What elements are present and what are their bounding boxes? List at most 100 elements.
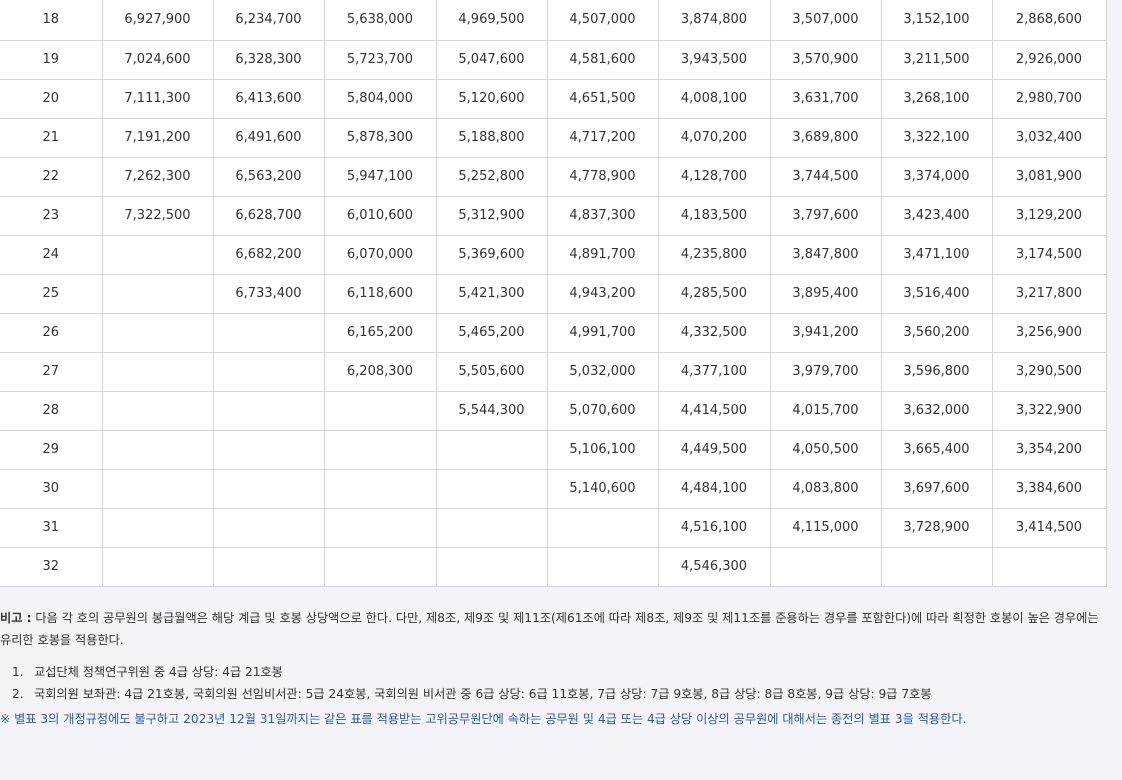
salary-cell: 3,384,600 — [992, 469, 1107, 509]
salary-cell: 3,797,600 — [770, 196, 882, 236]
salary-cell — [324, 547, 437, 587]
table-row: 27 6,208,300 5,505,600 5,032,000 4,377,100 3,… — [0, 352, 1107, 392]
salary-cell: 5,465,200 — [436, 313, 548, 353]
table-row: 25 6,733,400 6,118,600 5,421,300 4,943,200 4,… — [0, 274, 1107, 314]
step-cell: 31 — [0, 508, 103, 548]
salary-cell — [213, 313, 325, 353]
salary-cell — [436, 547, 548, 587]
salary-cell: 3,895,400 — [770, 274, 882, 314]
salary-cell: 3,596,800 — [881, 352, 993, 392]
salary-cell: 4,115,000 — [770, 508, 882, 548]
salary-cell: 4,050,500 — [770, 430, 882, 470]
step-cell: 28 — [0, 391, 103, 431]
table-row: 23 7,322,500 6,628,700 6,010,600 5,312,900 4,… — [0, 196, 1107, 236]
salary-cell — [436, 508, 548, 548]
salary-cell: 5,947,100 — [324, 157, 437, 197]
salary-cell: 5,723,700 — [324, 40, 437, 80]
salary-cell: 6,118,600 — [324, 274, 437, 314]
table-row: 29 5,106,100 4,449,500 4,050,500 3,665,400 3,… — [0, 430, 1107, 470]
salary-cell: 4,414,500 — [658, 391, 771, 431]
salary-cell — [547, 547, 659, 587]
salary-cell: 5,106,100 — [547, 430, 659, 470]
table-row: 20 7,111,300 6,413,600 5,804,000 5,120,600 4,… — [0, 79, 1107, 119]
salary-cell — [102, 391, 214, 431]
step-cell: 25 — [0, 274, 103, 314]
salary-cell: 6,413,600 — [213, 79, 325, 119]
salary-cell — [213, 469, 325, 509]
table-row: 19 7,024,600 6,328,300 5,723,700 5,047,600 4,… — [0, 40, 1107, 80]
table-row: 22 7,262,300 6,563,200 5,947,100 5,252,800 4,… — [0, 157, 1107, 197]
salary-cell: 3,570,900 — [770, 40, 882, 80]
table-row: 32 4,546,300 — [0, 547, 1107, 587]
salary-cell: 5,188,800 — [436, 118, 548, 158]
salary-cell: 3,081,900 — [992, 157, 1107, 197]
salary-cell: 3,174,500 — [992, 235, 1107, 275]
table-row: 26 6,165,200 5,465,200 4,991,700 4,332,500 3,… — [0, 313, 1107, 353]
salary-cell: 3,979,700 — [770, 352, 882, 392]
salary-cell — [102, 547, 214, 587]
salary-cell: 4,651,500 — [547, 79, 659, 119]
salary-cell — [102, 313, 214, 353]
salary-cell: 4,183,500 — [658, 196, 771, 236]
salary-cell: 5,369,600 — [436, 235, 548, 275]
list-item-text: 교섭단체 정책연구위원 중 4급 상당: 4급 21호봉 — [34, 665, 283, 679]
salary-cell: 6,234,700 — [213, 0, 325, 41]
salary-table-body: 18 6,927,900 6,234,700 5,638,000 4,969,500 4,… — [0, 0, 1107, 587]
salary-cell: 3,322,100 — [881, 118, 993, 158]
salary-cell: 5,252,800 — [436, 157, 548, 197]
salary-cell: 3,211,500 — [881, 40, 993, 80]
salary-cell: 5,120,600 — [436, 79, 548, 119]
list-item-text: 국회의원 보좌관: 4급 21호봉, 국회의원 선임비서관: 5급 24호봉, … — [34, 687, 932, 701]
salary-cell: 3,032,400 — [992, 118, 1107, 158]
salary-cell: 3,268,100 — [881, 79, 993, 119]
salary-cell: 3,217,800 — [992, 274, 1107, 314]
salary-cell: 6,208,300 — [324, 352, 437, 392]
salary-cell: 3,516,400 — [881, 274, 993, 314]
salary-cell — [102, 469, 214, 509]
salary-cell: 4,546,300 — [658, 547, 771, 587]
salary-cell: 2,926,000 — [992, 40, 1107, 80]
salary-cell: 3,689,800 — [770, 118, 882, 158]
salary-cell: 6,328,300 — [213, 40, 325, 80]
table-row: 30 5,140,600 4,484,100 4,083,800 3,697,600 3,… — [0, 469, 1107, 509]
salary-cell: 6,491,600 — [213, 118, 325, 158]
salary-cell — [213, 352, 325, 392]
salary-cell: 4,449,500 — [658, 430, 771, 470]
salary-cell: 3,374,000 — [881, 157, 993, 197]
salary-cell — [102, 274, 214, 314]
salary-cell — [324, 469, 437, 509]
salary-cell: 3,874,800 — [658, 0, 771, 41]
salary-cell: 7,111,300 — [102, 79, 214, 119]
salary-cell — [436, 469, 548, 509]
salary-cell — [213, 391, 325, 431]
salary-cell: 3,129,200 — [992, 196, 1107, 236]
salary-cell: 3,414,500 — [992, 508, 1107, 548]
salary-cell: 4,943,200 — [547, 274, 659, 314]
salary-cell: 5,070,600 — [547, 391, 659, 431]
table-row: 18 6,927,900 6,234,700 5,638,000 4,969,500 4,… — [0, 0, 1107, 41]
salary-cell — [213, 508, 325, 548]
list-item: 2. 국회의원 보좌관: 4급 21호봉, 국회의원 선임비서관: 5급 24호봉… — [12, 683, 1110, 705]
salary-cell: 3,560,200 — [881, 313, 993, 353]
salary-cell: 5,047,600 — [436, 40, 548, 80]
salary-cell: 3,941,200 — [770, 313, 882, 353]
salary-cell: 5,804,000 — [324, 79, 437, 119]
salary-cell: 3,943,500 — [658, 40, 771, 80]
salary-cell: 7,024,600 — [102, 40, 214, 80]
salary-cell: 3,322,900 — [992, 391, 1107, 431]
table-row: 24 6,682,200 6,070,000 5,369,600 4,891,700 4,… — [0, 235, 1107, 275]
salary-cell: 3,423,400 — [881, 196, 993, 236]
salary-cell: 5,140,600 — [547, 469, 659, 509]
salary-cell: 6,165,200 — [324, 313, 437, 353]
step-cell: 18 — [0, 0, 103, 41]
salary-cell: 4,778,900 — [547, 157, 659, 197]
salary-cell: 5,878,300 — [324, 118, 437, 158]
salary-cell: 3,665,400 — [881, 430, 993, 470]
salary-cell — [436, 430, 548, 470]
salary-cell: 4,484,100 — [658, 469, 771, 509]
step-cell: 23 — [0, 196, 103, 236]
salary-cell: 3,632,000 — [881, 391, 993, 431]
salary-cell — [102, 235, 214, 275]
salary-cell: 4,991,700 — [547, 313, 659, 353]
salary-cell — [992, 547, 1107, 587]
